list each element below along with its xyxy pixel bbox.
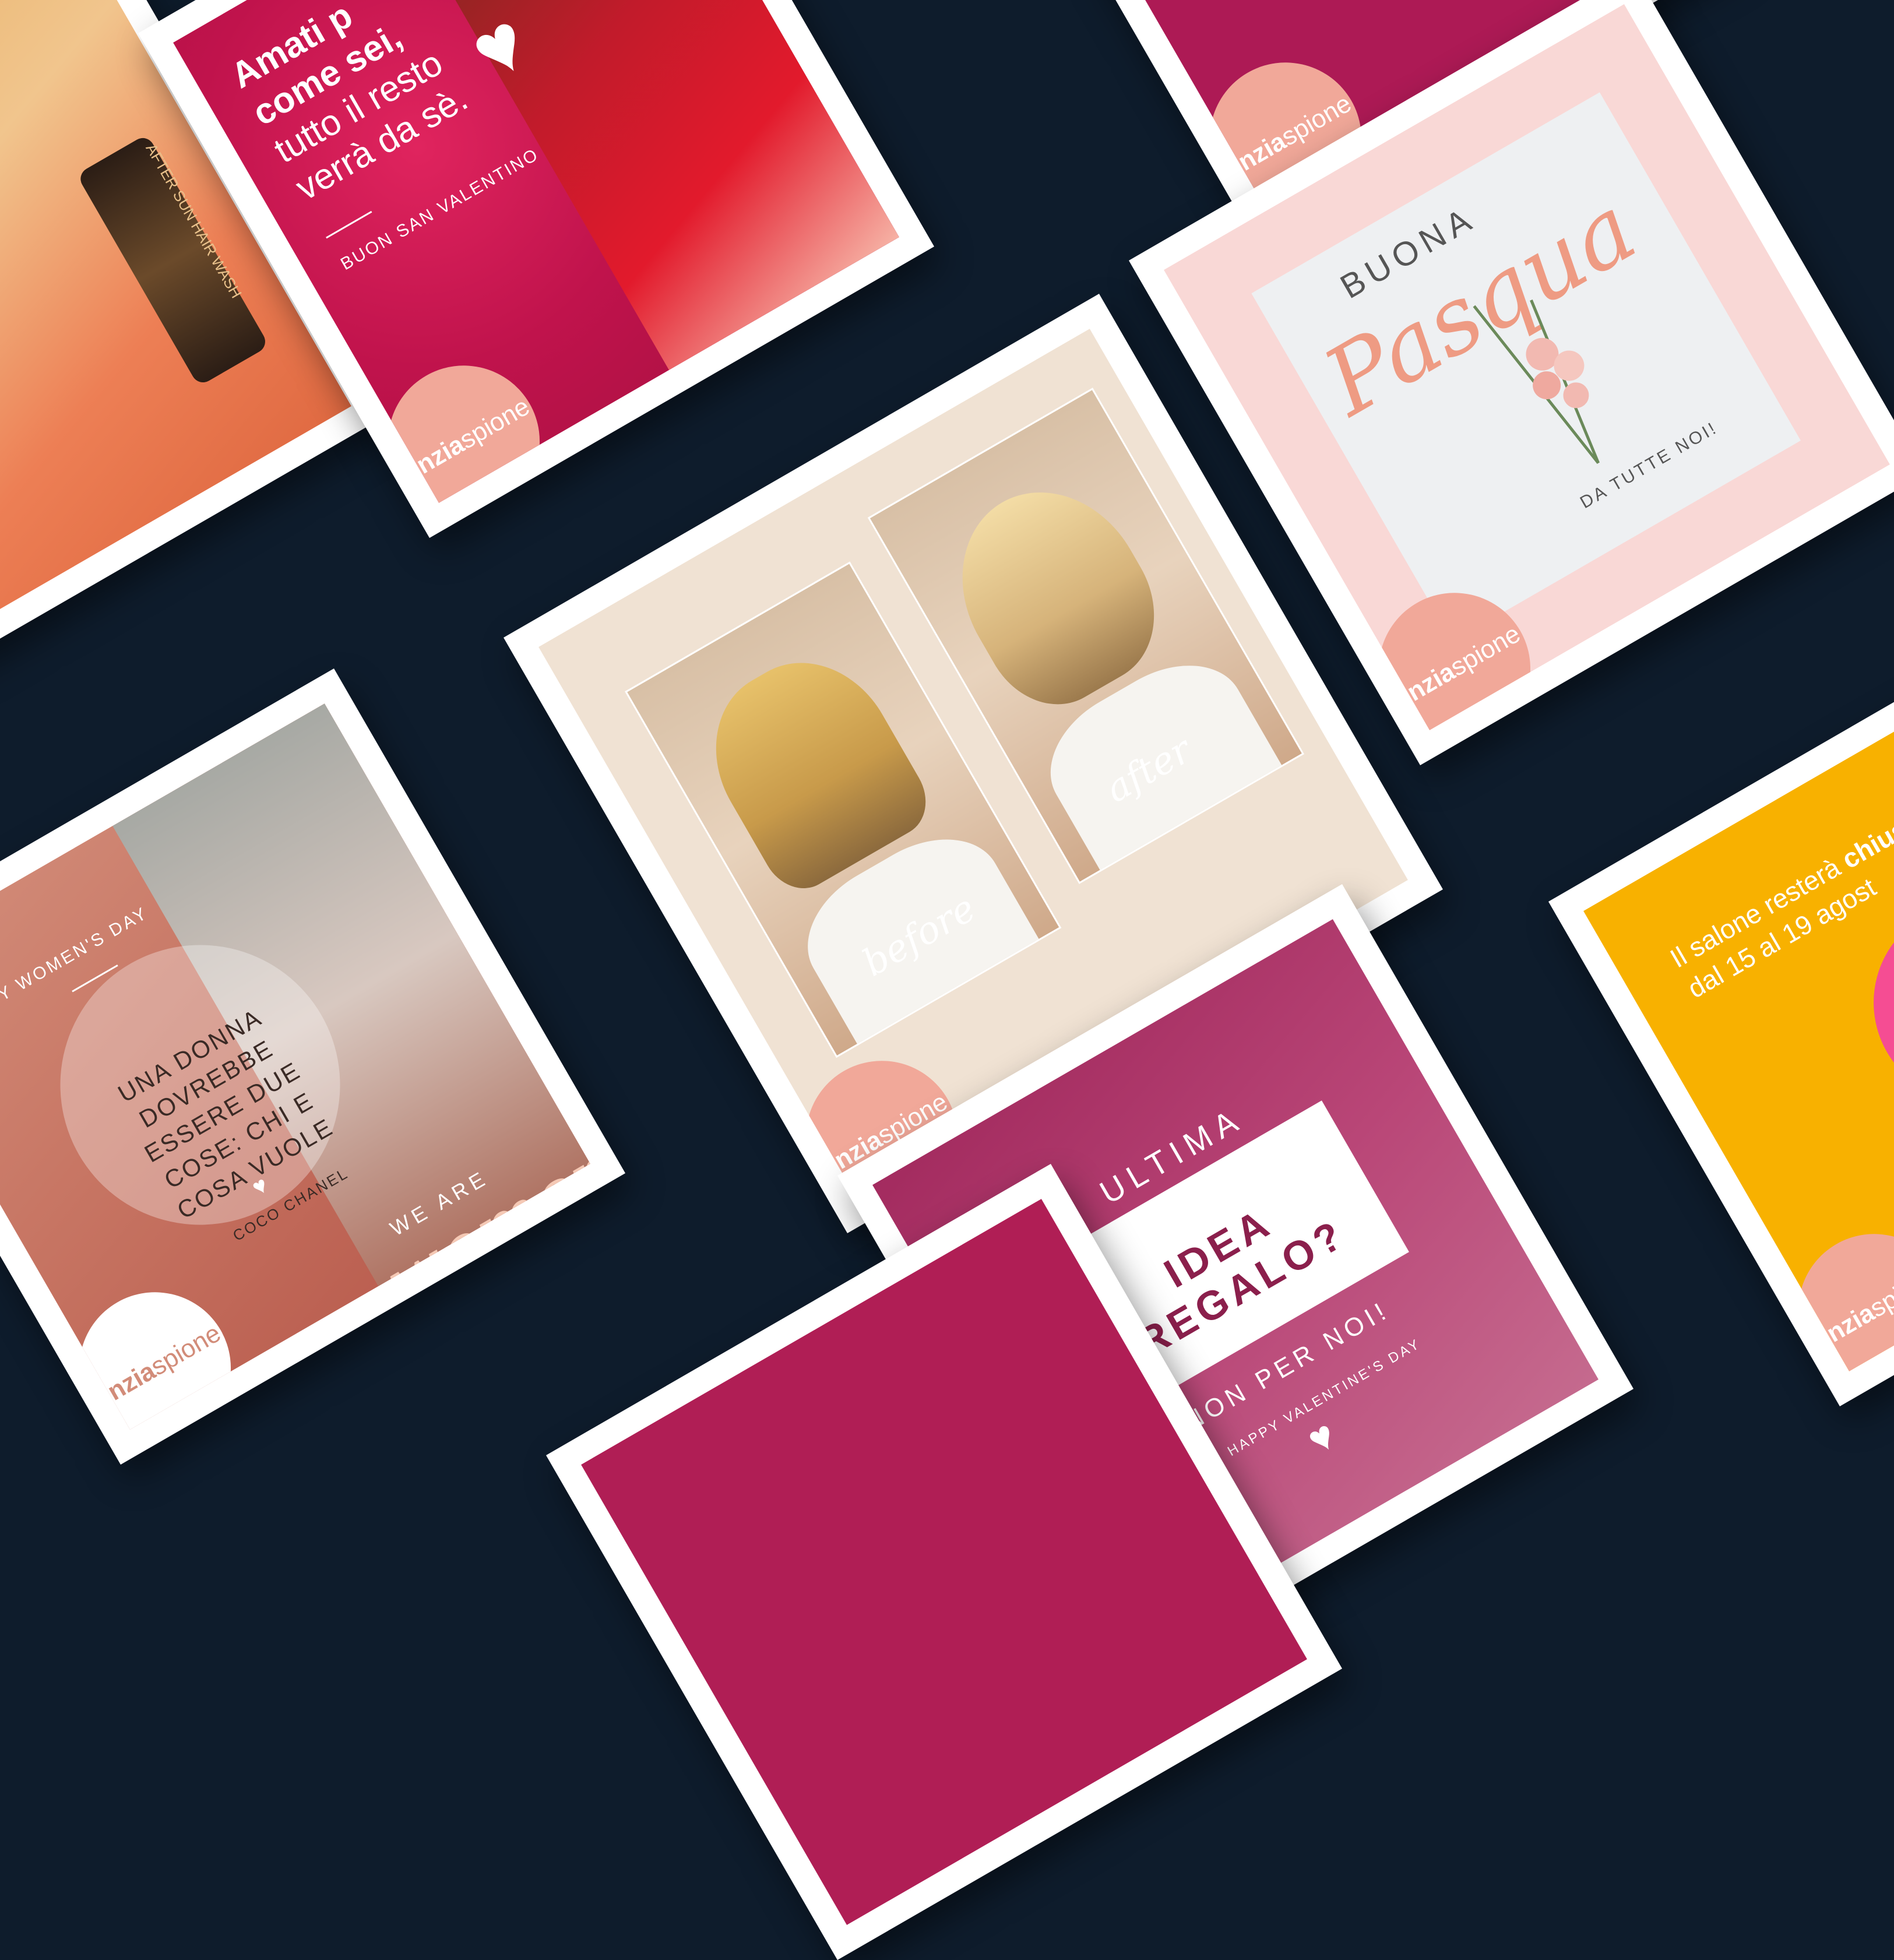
divider-line	[326, 210, 372, 239]
summer-closure-post-card: Il salone resterà chiuso p dal 15 al 19 …	[1548, 610, 1894, 1407]
womens-day-post-card: HAPPY WOMEN'S DAY UNA DONNA DOVREBBE ESS…	[0, 668, 626, 1465]
heart-icon: ♥	[1299, 1411, 1343, 1463]
closure-notice: Il salone resterà chiuso p dal 15 al 19 …	[1665, 793, 1894, 1004]
summer-closure-post-image: Il salone resterà chiuso p dal 15 al 19 …	[1583, 645, 1894, 1371]
brand-logo-badge: cinzia spione	[51, 1264, 259, 1430]
mockup-grid: AFTER SUN HAIR WASH cinzia spione Amati p…	[0, 0, 1894, 1960]
womens-day-post-image: HAPPY WOMEN'S DAY UNA DONNA DOVREBBE ESS…	[0, 703, 590, 1430]
brand-logo-badge: cinzia spione	[360, 337, 568, 503]
brand-logo-badge: cinzia spione	[1770, 1206, 1894, 1371]
